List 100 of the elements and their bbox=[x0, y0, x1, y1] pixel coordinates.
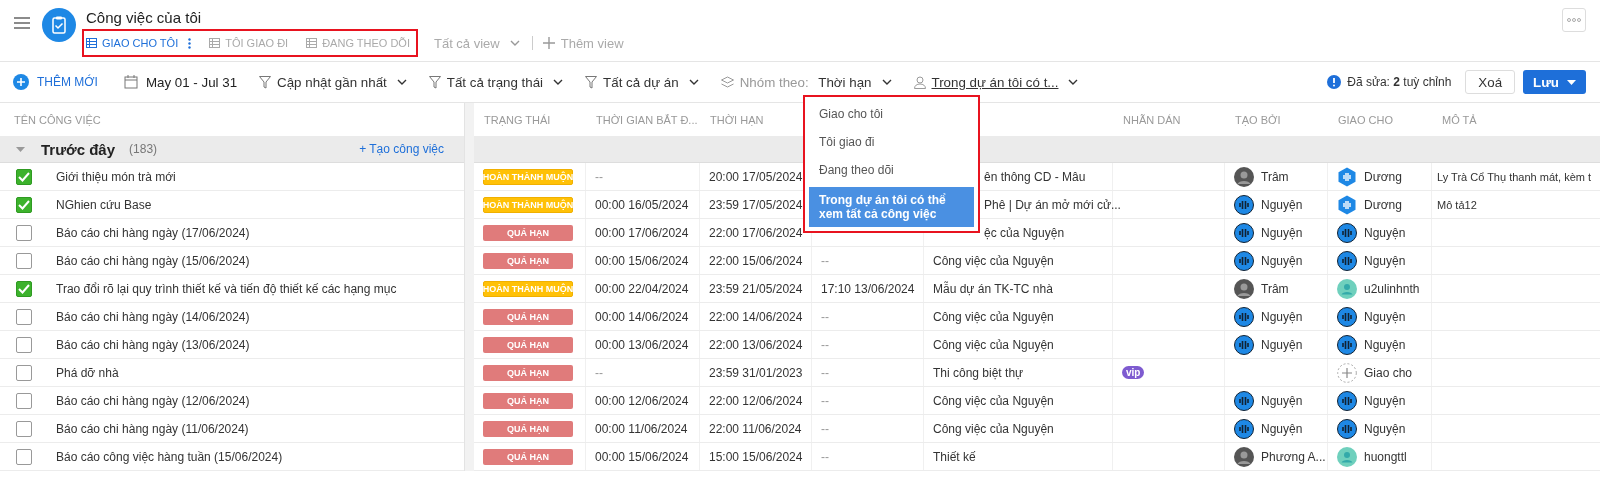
table-cell: Mô tả12 bbox=[1437, 198, 1477, 211]
checkbox[interactable] bbox=[16, 448, 32, 465]
menu-item[interactable]: Giao cho tôi bbox=[809, 99, 974, 127]
sound-wave-icon bbox=[1234, 418, 1254, 439]
more-icon[interactable] bbox=[188, 37, 192, 49]
checkbox[interactable] bbox=[16, 420, 32, 437]
view-tab[interactable]: GIAO CHO TÔI bbox=[86, 37, 192, 49]
status-badge: HOÀN THÀNH MUỘN bbox=[483, 196, 573, 213]
task-name[interactable]: Phá dỡ nhà bbox=[56, 365, 119, 380]
table-cell: Phê | Dự án mở mới cử... bbox=[984, 197, 1121, 212]
status-badge: QUÁ HẠN bbox=[483, 420, 573, 437]
table-cell: 23:59 17/05/2024 bbox=[709, 197, 803, 212]
user-name: Nguyện bbox=[1261, 197, 1303, 212]
checkbox[interactable] bbox=[16, 336, 32, 353]
column-header: THỜI GIAN BẮT Đ... bbox=[596, 113, 698, 126]
more-button[interactable] bbox=[1562, 8, 1586, 32]
sound-wave-icon bbox=[1337, 250, 1357, 271]
user-name: Nguyện bbox=[1364, 393, 1406, 408]
table-cell: 17:10 13/06/2024 bbox=[821, 281, 915, 296]
info-icon bbox=[1327, 75, 1342, 89]
chevron-down-icon bbox=[688, 79, 699, 85]
checkbox[interactable] bbox=[16, 252, 32, 269]
table-cell: 22:00 11/06/2024 bbox=[709, 421, 802, 436]
sound-wave-icon bbox=[1234, 250, 1254, 271]
table-icon bbox=[306, 38, 318, 48]
checkbox[interactable] bbox=[16, 364, 32, 381]
checkbox[interactable] bbox=[16, 196, 32, 213]
task-name[interactable]: Báo cáo chi hàng ngày (12/06/2024) bbox=[56, 393, 250, 408]
table-cell: 23:59 21/05/2024 bbox=[709, 281, 803, 296]
table-cell: 00:00 11/06/2024 bbox=[595, 421, 688, 436]
column-header: TÊN CÔNG VIỆC bbox=[14, 113, 101, 126]
filter-dropdown[interactable]: Tất cả dự án bbox=[585, 74, 699, 90]
table-cell: 00:00 17/06/2024 bbox=[595, 225, 689, 240]
table-cell: 00:00 15/06/2024 bbox=[595, 253, 689, 268]
user-name: Nguyện bbox=[1364, 309, 1406, 324]
table-cell: -- bbox=[821, 253, 829, 268]
save-button[interactable]: Lưu bbox=[1523, 70, 1586, 94]
task-name[interactable]: Báo cáo chi hàng ngày (13/06/2024) bbox=[56, 337, 250, 352]
date-range-button[interactable]: May 01 - Jul 31 bbox=[123, 74, 238, 90]
status-badge: QUÁ HẠN bbox=[483, 308, 573, 325]
table-cell: 00:00 16/05/2024 bbox=[595, 197, 689, 212]
task-name[interactable]: Báo cáo công việc hàng tuần (15/06/2024) bbox=[56, 449, 283, 464]
filter-dropdown[interactable]: Cập nhật gần nhất bbox=[259, 74, 407, 90]
clear-button[interactable]: Xoá bbox=[1465, 70, 1516, 94]
checkbox[interactable] bbox=[16, 168, 32, 185]
checkbox[interactable] bbox=[16, 224, 32, 241]
person-icon bbox=[913, 75, 926, 89]
group-by-dropdown[interactable]: Nhóm theo: Thời hạn bbox=[720, 74, 892, 90]
menu-item[interactable]: Đang theo dõi bbox=[809, 155, 974, 183]
person-icon bbox=[1337, 446, 1357, 467]
table-cell: Thi công biệt thự bbox=[933, 365, 1024, 380]
column-header: GIAO CHO bbox=[1338, 113, 1393, 126]
task-name[interactable]: Báo cáo chi hàng ngày (15/06/2024) bbox=[56, 253, 250, 268]
table-icon bbox=[209, 38, 221, 48]
user-name: u2ulinhnth bbox=[1364, 281, 1420, 296]
task-name[interactable]: Báo cáo chi hàng ngày (11/06/2024) bbox=[56, 421, 249, 436]
hexagon-icon bbox=[1337, 194, 1357, 215]
filter-dropdown[interactable]: Tất cả trạng thái bbox=[428, 74, 564, 90]
collapse-caret-icon[interactable] bbox=[16, 146, 25, 152]
task-name[interactable]: Báo cáo chi hàng ngày (14/06/2024) bbox=[56, 309, 250, 324]
create-task-link[interactable]: + Tạo công việc bbox=[359, 142, 444, 156]
group-count: (183) bbox=[129, 142, 158, 156]
filter-icon bbox=[259, 75, 272, 89]
task-name[interactable]: Giới thiệu món trà mới bbox=[56, 169, 176, 184]
chevron-down-icon bbox=[396, 79, 407, 85]
table-cell: Mẫu dự án TK-TC nhà bbox=[933, 281, 1053, 296]
table-cell: ệc của Nguyện bbox=[984, 225, 1065, 240]
table-cell: -- bbox=[821, 421, 829, 436]
table-cell: 22:00 15/06/2024 bbox=[709, 253, 803, 268]
sound-wave-icon bbox=[1337, 390, 1357, 411]
table-cell: Công việc của Nguyện bbox=[933, 253, 1054, 268]
menu-icon[interactable] bbox=[14, 17, 30, 29]
status-badge: HOÀN THÀNH MUỘN bbox=[483, 168, 573, 185]
table-cell: Thiết kế bbox=[933, 449, 976, 464]
user-name: Nguyện bbox=[1364, 337, 1406, 352]
table-cell: Công việc của Nguyện bbox=[933, 337, 1054, 352]
add-icon bbox=[13, 74, 29, 90]
column-header: MÔ TẢ bbox=[1442, 113, 1477, 126]
menu-item[interactable]: Tôi giao đi bbox=[809, 127, 974, 155]
tag: vip bbox=[1122, 366, 1145, 379]
task-name[interactable]: NGhien cứu Base bbox=[56, 197, 152, 212]
edited-note: Đã sửa: 2 tuỳ chỉnh bbox=[1347, 75, 1452, 89]
task-name[interactable]: Trao đổi rõ lại quy trình thiết kế và tiến độ thiết kế các hạng mục bbox=[56, 281, 397, 296]
sound-wave-icon bbox=[1337, 418, 1357, 439]
add-new-button[interactable]: THÊM MỚI bbox=[13, 74, 98, 90]
user-name: Nguyện bbox=[1261, 421, 1303, 436]
user-name: Dương bbox=[1364, 169, 1402, 184]
sound-wave-icon bbox=[1337, 306, 1357, 327]
caret-down-icon bbox=[1567, 79, 1576, 85]
task-name[interactable]: Báo cáo chi hàng ngày (17/06/2024) bbox=[56, 225, 250, 240]
scope-dropdown[interactable]: Trong dự án tôi có t... bbox=[913, 74, 1079, 90]
table-cell: 23:59 31/01/2023 bbox=[709, 365, 803, 380]
table-cell: 00:00 14/06/2024 bbox=[595, 309, 689, 324]
status-badge: QUÁ HẠN bbox=[483, 336, 573, 353]
avatar bbox=[1234, 166, 1254, 187]
checkbox[interactable] bbox=[16, 392, 32, 409]
checkbox[interactable] bbox=[16, 280, 32, 297]
checkbox[interactable] bbox=[16, 308, 32, 325]
status-badge: QUÁ HẠN bbox=[483, 224, 573, 241]
user-name: Nguyện bbox=[1261, 309, 1303, 324]
